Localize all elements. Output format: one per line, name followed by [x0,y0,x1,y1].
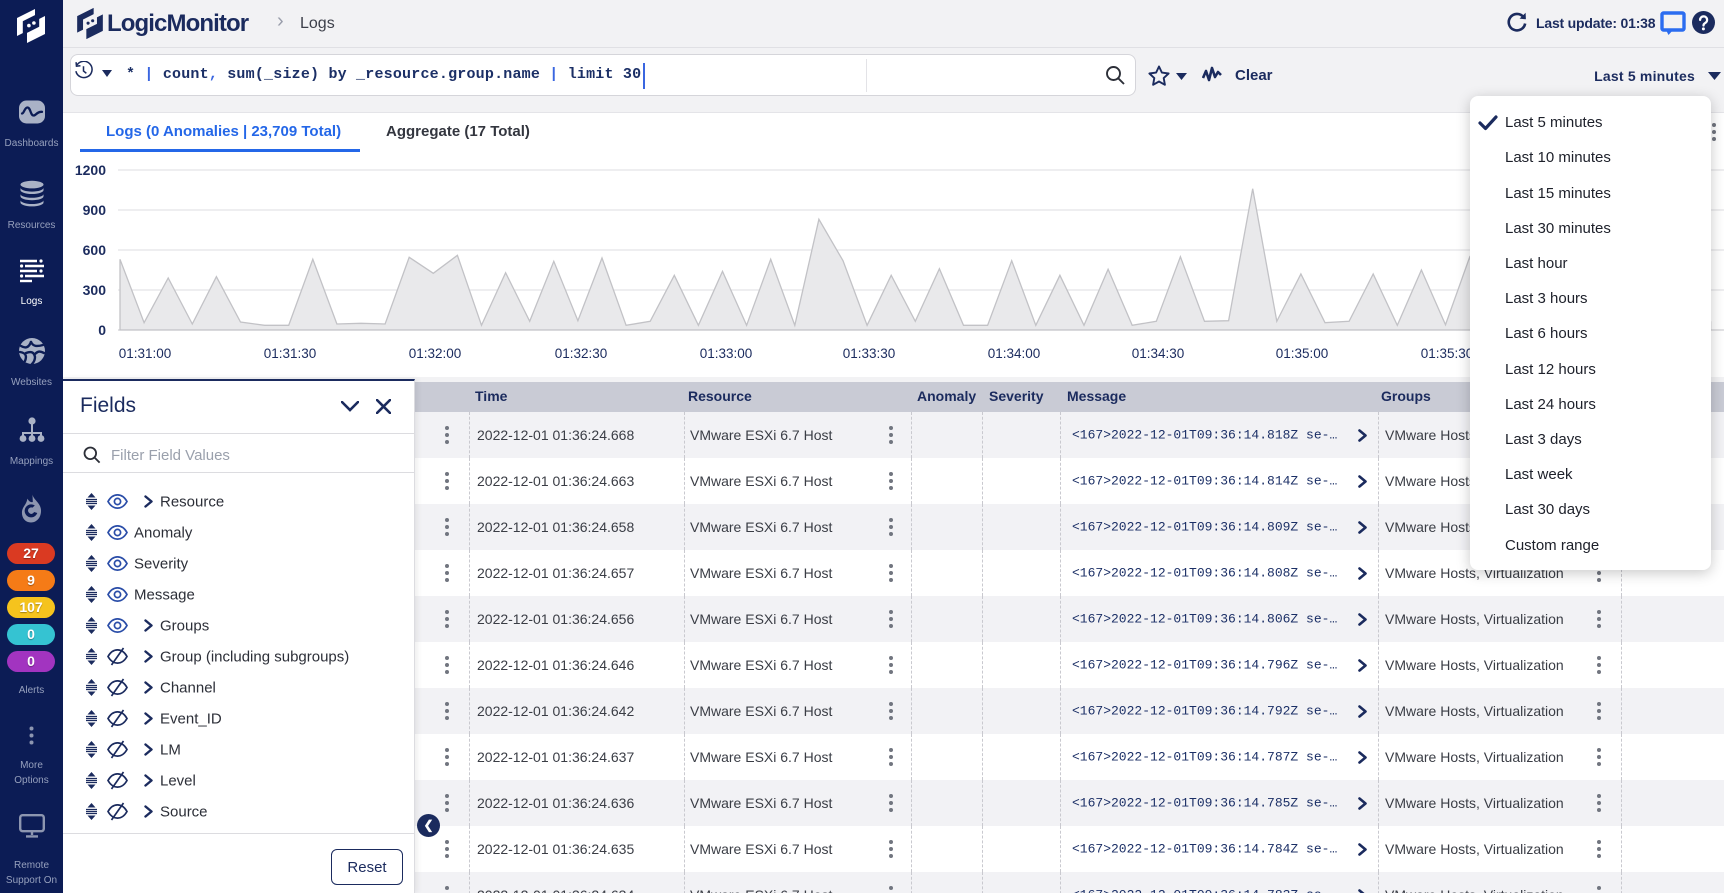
svg-text:300: 300 [83,282,107,298]
svg-text:01:33:00: 01:33:00 [700,346,753,361]
svg-text:1200: 1200 [75,162,106,178]
svg-text:900: 900 [83,202,107,218]
svg-text:0: 0 [98,322,106,338]
svg-text:01:34:00: 01:34:00 [988,346,1041,361]
svg-text:01:35:30: 01:35:30 [1421,346,1474,361]
svg-text:01:35:00: 01:35:00 [1276,346,1329,361]
svg-text:01:32:30: 01:32:30 [555,346,608,361]
svg-text:600: 600 [83,242,107,258]
svg-text:01:31:00: 01:31:00 [119,346,172,361]
svg-text:01:31:30: 01:31:30 [264,346,317,361]
svg-text:01:32:00: 01:32:00 [409,346,462,361]
svg-text:01:34:30: 01:34:30 [1132,346,1185,361]
svg-text:01:33:30: 01:33:30 [843,346,896,361]
